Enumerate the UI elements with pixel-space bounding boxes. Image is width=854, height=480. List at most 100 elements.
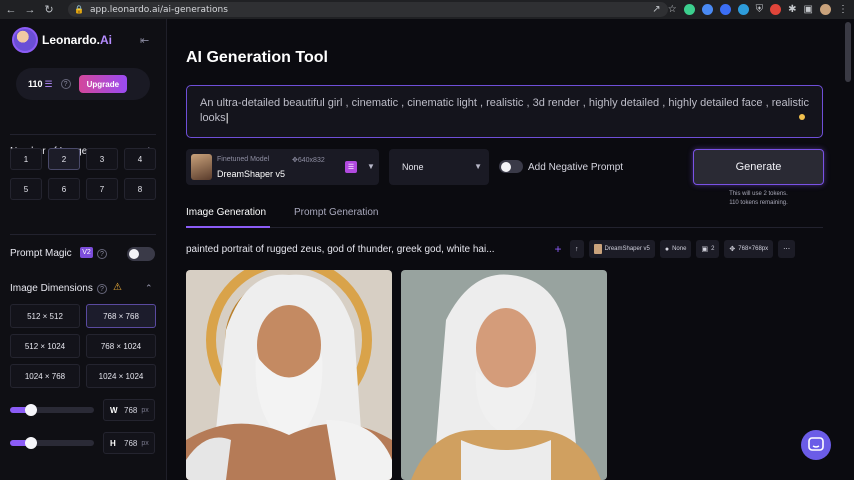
number-of-images-option[interactable]: 7 (86, 178, 118, 200)
help-icon[interactable]: ? (97, 284, 107, 294)
back-arrow-icon[interactable]: ← (3, 2, 19, 18)
extension-green-icon[interactable] (683, 4, 695, 15)
style-select-value: None (402, 162, 424, 172)
extension-blue-icon[interactable] (719, 4, 731, 15)
generated-image[interactable] (401, 270, 607, 480)
reload-icon[interactable]: ↻ (41, 2, 57, 18)
brand-name: Leonardo.Ai (42, 33, 113, 47)
number-of-images-option[interactable]: 8 (124, 178, 156, 200)
width-slider[interactable] (10, 404, 94, 416)
style-select[interactable]: None ▼ (389, 149, 489, 185)
height-label: H (110, 438, 116, 448)
image-dimension-option[interactable]: 512 × 1024 (10, 334, 80, 358)
generate-note-tokens: This will use 2 tokens. (729, 191, 788, 197)
prompt-magic-title: Prompt Magic (10, 248, 72, 259)
negative-prompt-label: Add Negative Prompt (528, 162, 624, 173)
upload-button[interactable]: ↑ (570, 240, 584, 258)
sidebar-divider (10, 234, 156, 235)
number-of-images-option[interactable]: 2 (48, 148, 80, 170)
upgrade-button[interactable]: Upgrade (78, 75, 128, 93)
number-of-images-option[interactable]: 5 (10, 178, 42, 200)
generation-toolbar: + ↑ DreamShaper v5 ● None ▣ 2 ✥ 768×768px ⋯ (551, 240, 796, 258)
share-icon[interactable]: ↗ (652, 4, 660, 15)
tab-prompt-generation[interactable]: Prompt Generation (294, 207, 379, 218)
address-bar[interactable]: 🔒 app.leonardo.ai/ai-generations (68, 2, 668, 17)
chevron-up-icon[interactable]: ⌃ (145, 283, 153, 294)
image-dimensions-title: Image Dimensions (10, 283, 93, 294)
model-thumbnail (191, 154, 212, 180)
image-dimension-option[interactable]: 1024 × 768 (10, 364, 80, 388)
number-of-images-option[interactable]: 1 (10, 148, 42, 170)
height-input[interactable]: H 768 px (103, 432, 155, 454)
generate-button[interactable]: Generate (693, 149, 824, 185)
image-dimension-option[interactable]: 1024 × 1024 (86, 364, 156, 388)
token-balance: 110 ☰ ? Upgrade (16, 68, 150, 100)
height-value: 768 (124, 438, 138, 448)
move-icon: ✥ (729, 246, 736, 253)
help-icon[interactable]: ? (60, 79, 71, 89)
prompt-magic-version-badge: V2 (80, 247, 93, 258)
url-text: app.leonardo.ai/ai-generations (89, 4, 228, 15)
puzzle-icon[interactable]: ✱ (788, 4, 796, 15)
active-tab-indicator (186, 226, 270, 228)
style-chip: ● None (659, 240, 692, 258)
chat-support-button[interactable] (801, 430, 831, 460)
page-scrollbar[interactable] (845, 22, 851, 82)
number-of-images-option[interactable]: 6 (48, 178, 80, 200)
generation-prompt: painted portrait of rugged zeus, god of … (186, 244, 495, 255)
prompt-text: An ultra-detailed beautiful girl , cinem… (200, 97, 809, 124)
chat-bubble-icon (808, 437, 824, 451)
width-unit: px (141, 406, 149, 414)
number-of-images-option[interactable]: 4 (124, 148, 156, 170)
forward-arrow-icon[interactable]: → (22, 2, 38, 18)
negative-prompt-toggle[interactable] (499, 160, 523, 173)
chevron-down-icon[interactable]: ▼ (367, 162, 375, 171)
image-dimension-option[interactable]: 768 × 768 (86, 304, 156, 328)
width-input[interactable]: W 768 px (103, 399, 155, 421)
model-dimensions: ✥640x832 (292, 157, 325, 164)
help-icon[interactable]: ? (97, 249, 107, 259)
arrow-up-icon: ↑ (575, 245, 579, 253)
brand-avatar-icon (12, 27, 38, 53)
shield-icon[interactable]: ⛨ (756, 4, 764, 15)
add-icon[interactable]: + (551, 242, 565, 256)
page-title: AI Generation Tool (186, 49, 328, 66)
brand-logo[interactable]: Leonardo.Ai (12, 27, 112, 53)
bookmark-star-icon[interactable]: ☆ (668, 4, 677, 15)
prompt-magic-toggle[interactable] (127, 247, 155, 261)
height-unit: px (141, 439, 149, 447)
image-dimensions-options: 512 × 512 768 × 768 512 × 1024 768 × 1024 10… (10, 304, 156, 388)
browser-extensions: ↗ ☆ ⛨ ✱ ▣ ⋮ (652, 2, 848, 17)
zeus-portrait-2 (401, 270, 607, 480)
extension-translate-icon[interactable] (701, 4, 713, 15)
coin-stack-icon: ☰ (44, 78, 53, 89)
height-slider-thumb[interactable] (25, 437, 37, 449)
profile-avatar[interactable] (820, 4, 831, 15)
image-dimension-option[interactable]: 768 × 1024 (86, 334, 156, 358)
sidebar-panel-icon[interactable]: ▣ (804, 4, 813, 15)
model-chip: DreamShaper v5 (588, 240, 655, 258)
height-slider[interactable] (10, 437, 94, 449)
generated-image[interactable] (186, 270, 392, 480)
image-dimension-option[interactable]: 512 × 512 (10, 304, 80, 328)
extension-cyan-icon[interactable] (737, 4, 749, 15)
extension-red-icon[interactable] (770, 4, 782, 15)
zeus-portrait-1 (186, 270, 392, 480)
width-slider-thumb[interactable] (25, 404, 37, 416)
tab-image-generation[interactable]: Image Generation (186, 207, 266, 218)
edit-model-icon[interactable]: ☰ (345, 161, 357, 173)
width-value: 768 (124, 405, 138, 415)
sidebar-divider (10, 134, 156, 135)
model-selector[interactable]: Finetuned Model ✥640x832 DreamShaper v5 … (186, 149, 379, 185)
drop-icon: ● (664, 245, 670, 253)
model-subtitle: Finetuned Model (217, 156, 270, 163)
prompt-input[interactable]: An ultra-detailed beautiful girl , cinem… (186, 85, 823, 138)
grammar-dot-icon[interactable] (799, 114, 805, 120)
chevron-down-icon: ▼ (474, 162, 482, 171)
more-options-button[interactable]: ⋯ (778, 240, 796, 258)
collapse-sidebar-icon[interactable]: ⇤ (140, 34, 149, 47)
menu-dots-icon[interactable]: ⋮ (838, 4, 848, 15)
model-name: DreamShaper v5 (217, 169, 286, 179)
more-dots-icon: ⋯ (783, 246, 791, 253)
number-of-images-option[interactable]: 3 (86, 148, 118, 170)
